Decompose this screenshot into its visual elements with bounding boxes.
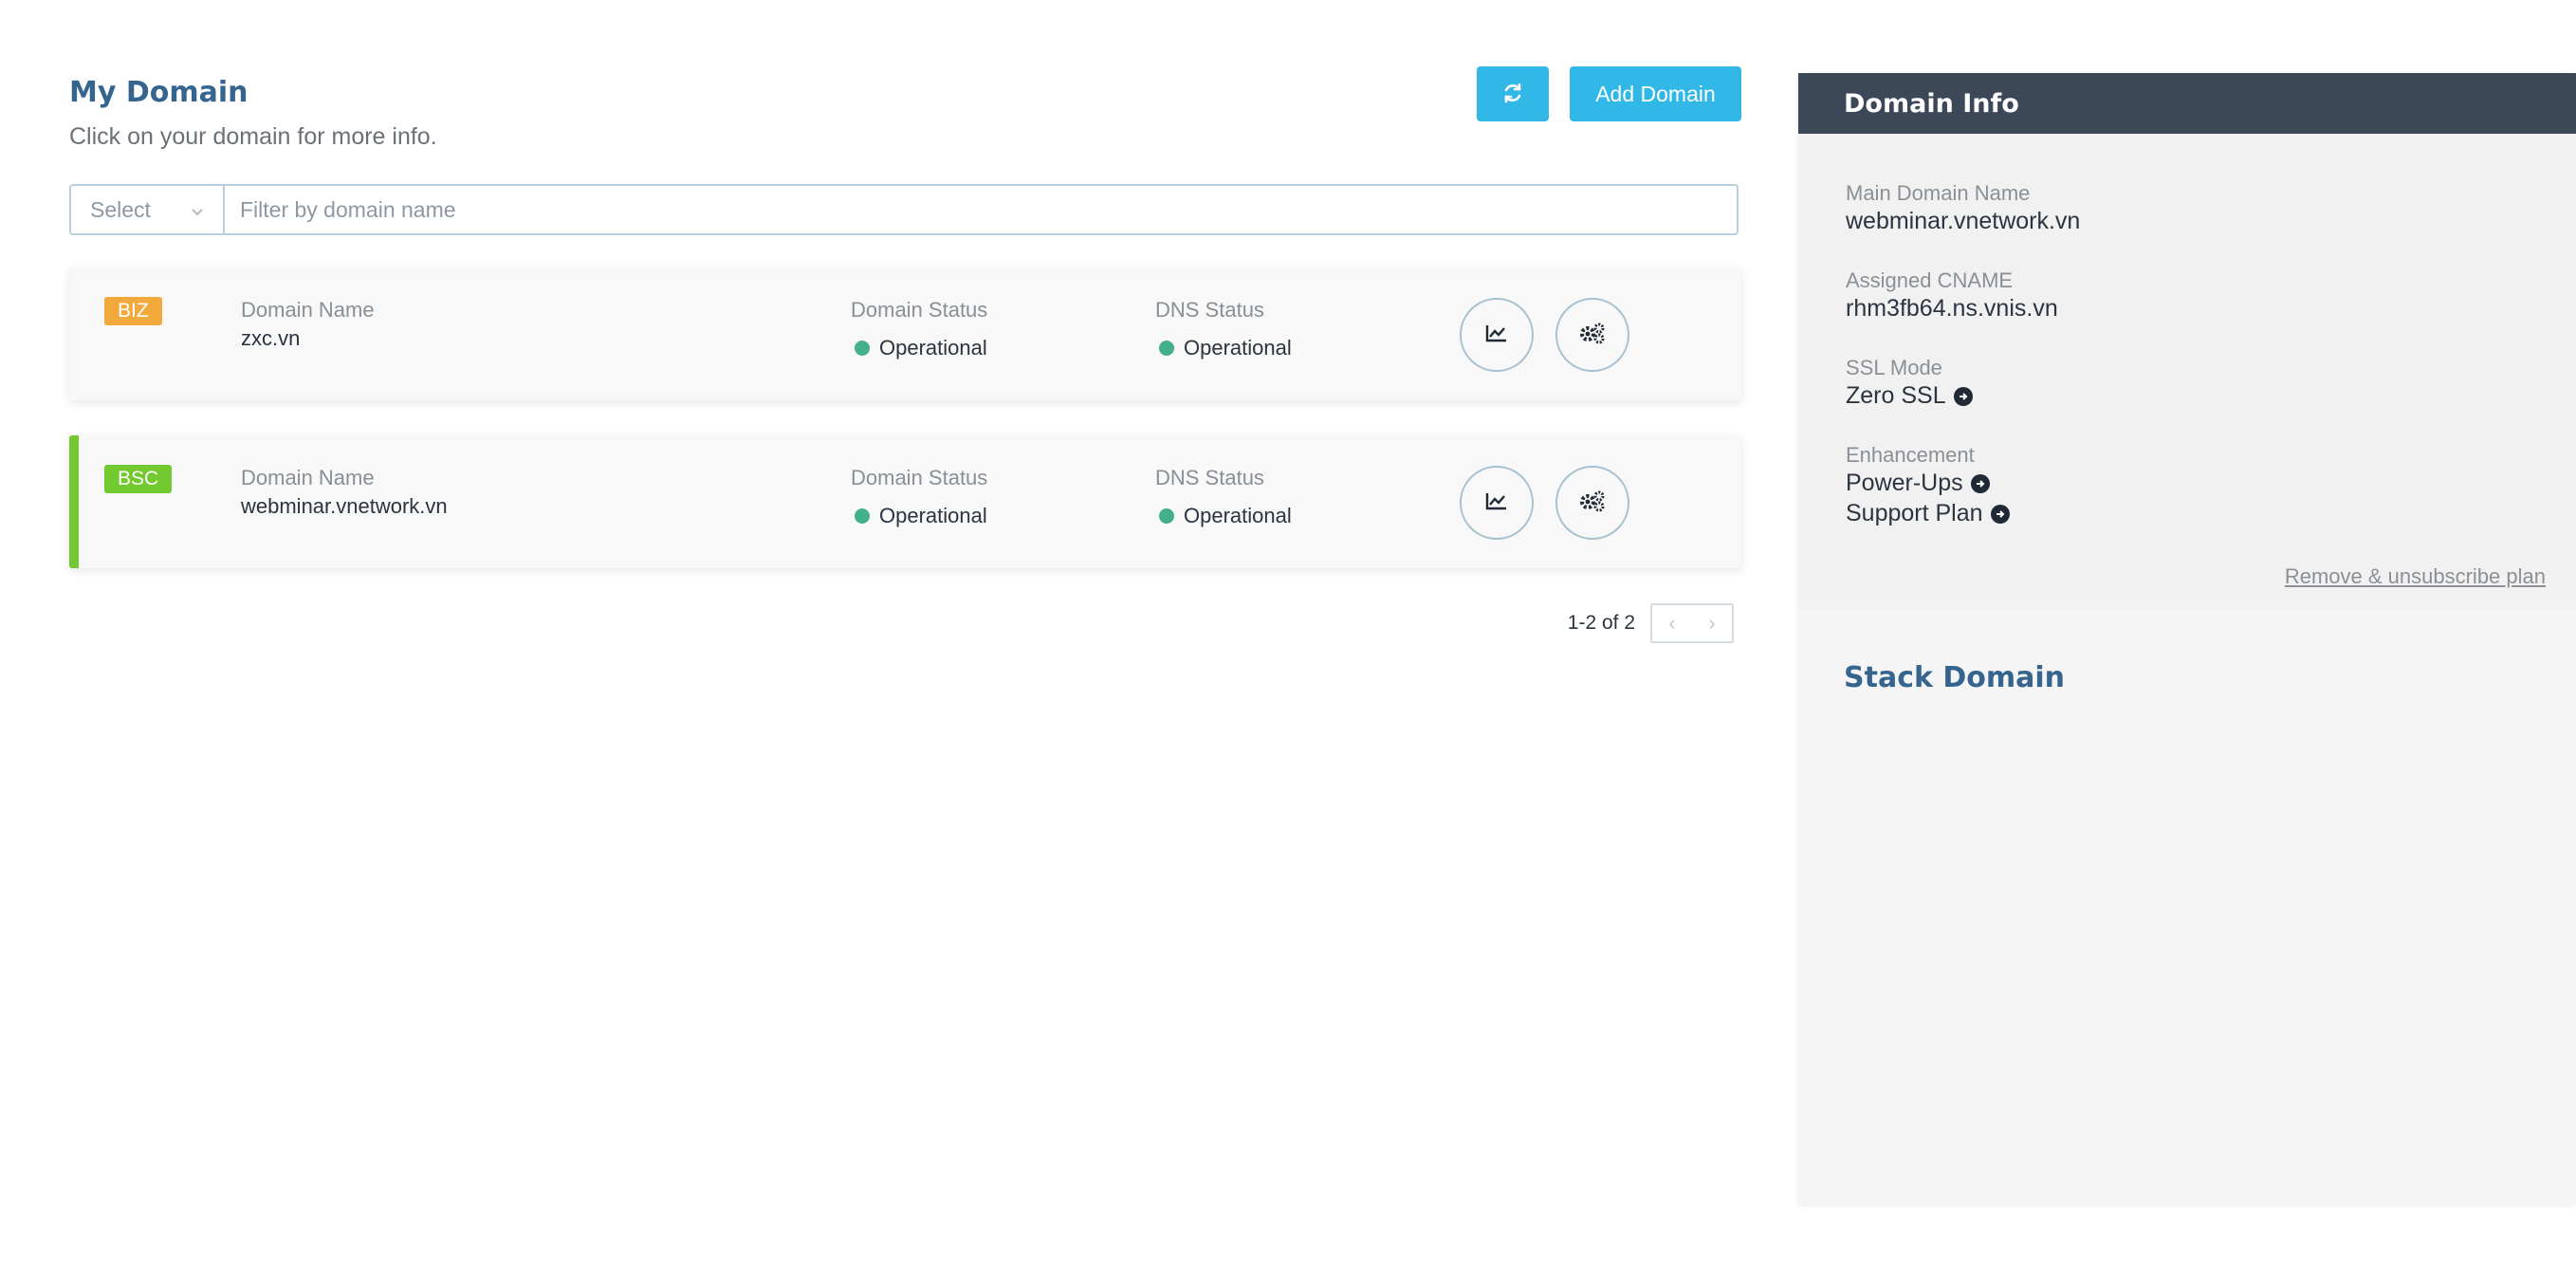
- cname-label: Assigned CNAME: [1846, 268, 2014, 292]
- arrow-circle-right-icon: [1970, 473, 1990, 493]
- pagination-info: 1-2 of 2: [1567, 612, 1635, 634]
- power-ups-link[interactable]: Power-Ups: [1846, 470, 1990, 497]
- ssl-mode-link[interactable]: Zero SSL: [1846, 382, 1973, 410]
- filter-select-label: Select: [90, 196, 151, 222]
- arrow-circle-right-icon: [1953, 386, 1973, 406]
- refresh-icon: [1501, 82, 1524, 107]
- stack-domain-title: Stack Domain: [1844, 661, 2066, 694]
- dns-status-label: DNS Status: [1155, 298, 1264, 322]
- remove-unsubscribe-link[interactable]: Remove & unsubscribe plan: [2285, 564, 2546, 589]
- domain-name-label: Domain Name: [241, 298, 375, 322]
- main-domain-value: webminar.vnetwork.vn: [1846, 208, 2081, 234]
- domain-name-value: zxc.vn: [241, 326, 301, 350]
- domain-name-label: Domain Name: [241, 466, 375, 489]
- ssl-mode-value: Zero SSL: [1846, 382, 1946, 409]
- settings-button[interactable]: [1555, 466, 1629, 540]
- prev-page-button[interactable]: ‹: [1652, 605, 1692, 641]
- domain-status-col: Domain Status Operational: [851, 466, 987, 528]
- dns-status-col: DNS Status Operational: [1155, 298, 1292, 360]
- domain-filter-input[interactable]: [225, 186, 1737, 233]
- domain-card[interactable]: BIZ Domain Name zxc.vn Domain Status Ope…: [69, 268, 1741, 400]
- status-dot-icon: [855, 508, 870, 524]
- filter-select[interactable]: Select: [71, 186, 225, 233]
- domain-name-col: Domain Name webminar.vnetwork.vn: [241, 466, 448, 519]
- domain-status-value: Operational: [879, 336, 987, 360]
- status-dot-icon: [855, 341, 870, 356]
- domain-status-label: Domain Status: [851, 466, 988, 489]
- chart-line-icon: [1485, 323, 1508, 347]
- chart-line-icon: [1485, 491, 1508, 515]
- status-dot-icon: [1159, 508, 1174, 524]
- page-title: My Domain: [69, 76, 248, 109]
- domain-name-value: webminar.vnetwork.vn: [241, 494, 448, 518]
- status-dot-icon: [1159, 341, 1174, 356]
- support-plan-value: Support Plan: [1846, 500, 1983, 526]
- main-domain-label: Main Domain Name: [1846, 181, 2031, 205]
- plan-badge: BSC: [104, 465, 173, 493]
- analytics-button[interactable]: [1460, 298, 1534, 372]
- enhancement-label: Enhancement: [1846, 443, 1975, 467]
- ssl-mode-label: SSL Mode: [1846, 356, 1942, 379]
- domain-status-value: Operational: [879, 504, 987, 527]
- gears-icon: [1578, 322, 1607, 349]
- dns-status-value: Operational: [1184, 504, 1292, 527]
- add-domain-button[interactable]: Add Domain: [1570, 66, 1741, 121]
- page-subtitle: Click on your domain for more info.: [69, 123, 437, 150]
- dns-status-value: Operational: [1184, 336, 1292, 360]
- gears-icon: [1578, 489, 1607, 517]
- pagination: 1-2 of 2 ‹ ›: [1568, 603, 1741, 643]
- arrow-circle-right-icon: [1990, 504, 2010, 524]
- dns-status-label: DNS Status: [1155, 466, 1264, 489]
- domain-info-body: Main Domain Name webminar.vnetwork.vn As…: [1798, 134, 2576, 608]
- plan-badge: BIZ: [104, 297, 162, 325]
- domain-info-title: Domain Info: [1844, 88, 2019, 119]
- filter-bar: Select: [69, 184, 1739, 235]
- support-plan-link[interactable]: Support Plan: [1846, 500, 2010, 527]
- next-page-button[interactable]: ›: [1692, 605, 1732, 641]
- domain-info-header: Domain Info: [1798, 73, 2576, 134]
- domain-card[interactable]: BSC Domain Name webminar.vnetwork.vn Dom…: [69, 435, 1741, 568]
- chevron-down-icon: [191, 197, 204, 223]
- cname-value: rhm3fb64.ns.vnis.vn: [1846, 295, 2058, 322]
- power-ups-value: Power-Ups: [1846, 470, 1963, 496]
- pager: ‹ ›: [1650, 603, 1734, 643]
- domain-name-col: Domain Name zxc.vn: [241, 298, 375, 351]
- domain-status-col: Domain Status Operational: [851, 298, 987, 360]
- settings-button[interactable]: [1555, 298, 1629, 372]
- analytics-button[interactable]: [1460, 466, 1534, 540]
- dns-status-col: DNS Status Operational: [1155, 466, 1292, 528]
- domain-info-panel: Domain Info Main Domain Name webminar.vn…: [1798, 73, 2576, 1204]
- domain-status-label: Domain Status: [851, 298, 988, 322]
- refresh-button[interactable]: [1477, 66, 1549, 121]
